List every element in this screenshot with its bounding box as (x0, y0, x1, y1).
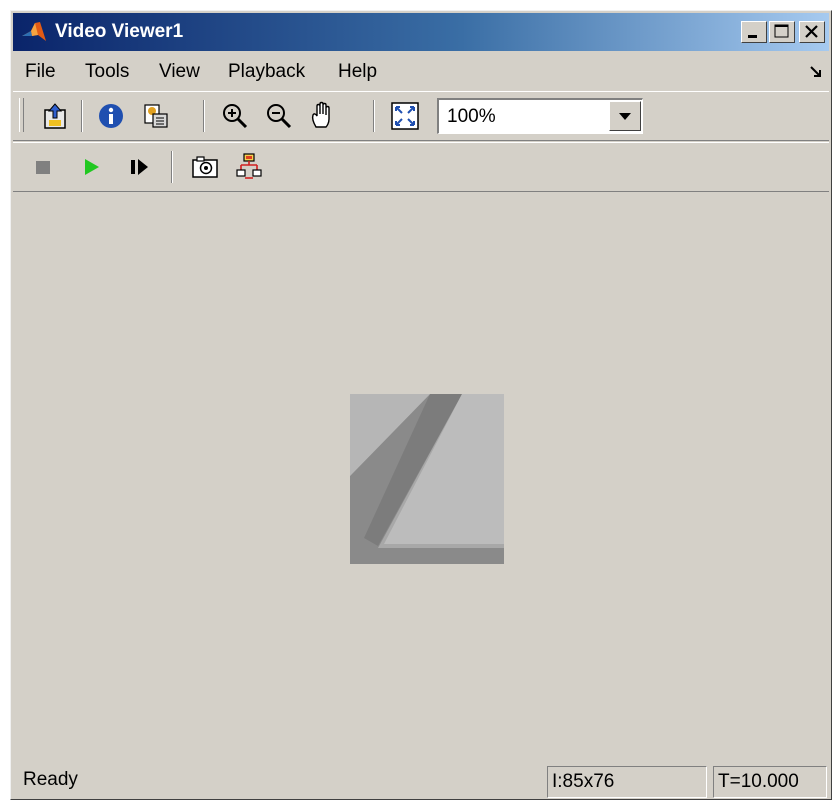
zoom-in-icon (223, 104, 248, 129)
pan-hand-icon (311, 101, 330, 128)
colormap-icon (144, 104, 168, 128)
colormap-button[interactable] (139, 100, 171, 132)
toolbar-separator (171, 151, 173, 183)
menu-help[interactable]: Help (338, 61, 377, 83)
minimize-icon (748, 35, 757, 38)
video-viewer-window: Video Viewer1 File Tools View Playback H… (10, 10, 832, 800)
fit-to-view-button[interactable] (389, 100, 421, 132)
zoom-out-button[interactable] (263, 100, 295, 132)
close-button[interactable] (799, 21, 825, 43)
menu-view[interactable]: View (159, 61, 200, 83)
fit-to-view-icon (391, 102, 419, 130)
maximize-icon (774, 24, 789, 38)
status-message: Ready (23, 769, 78, 790)
image-size-readout: I:85x76 (547, 766, 707, 798)
zoom-out-icon (267, 104, 292, 129)
title-bar[interactable]: Video Viewer1 (13, 13, 829, 51)
snapshot-camera-icon (192, 156, 218, 178)
play-button[interactable] (75, 151, 107, 183)
video-display-area[interactable] (13, 193, 829, 763)
info-button[interactable] (95, 100, 127, 132)
snapshot-button[interactable] (189, 151, 221, 183)
toolbar-separator (203, 100, 205, 132)
play-icon (85, 159, 99, 175)
zoom-dropdown-button[interactable] (609, 101, 641, 131)
toolbar-separator (81, 100, 83, 132)
window-title: Video Viewer1 (55, 21, 184, 42)
highlight-simulink-signal-icon (236, 153, 262, 179)
menu-file[interactable]: File (25, 61, 56, 83)
menu-tools[interactable]: Tools (85, 61, 129, 83)
chevron-down-icon (619, 113, 631, 120)
info-icon (99, 104, 123, 128)
zoom-level-select[interactable]: 100% (437, 98, 643, 134)
zoom-in-button[interactable] (219, 100, 251, 132)
stop-button[interactable] (27, 151, 59, 183)
time-readout: T=10.000 (713, 766, 827, 798)
step-forward-button[interactable] (123, 151, 155, 183)
dock-arrow-icon[interactable] (809, 65, 823, 79)
status-bar: Ready I:85x76 T=10.000 (13, 763, 829, 799)
toolbar-grip[interactable] (19, 98, 24, 132)
print-to-figure-icon (44, 103, 66, 129)
maximize-button[interactable] (769, 21, 795, 43)
main-toolbar: 100% (13, 91, 829, 141)
close-icon (805, 25, 818, 38)
pan-button[interactable] (307, 100, 339, 132)
playback-toolbar (13, 142, 829, 192)
video-frame-image (350, 394, 504, 564)
menu-bar: File Tools View Playback Help (13, 53, 829, 89)
step-forward-icon (131, 159, 148, 175)
print-to-figure-button[interactable] (39, 100, 71, 132)
minimize-button[interactable] (741, 21, 767, 43)
matlab-logo-icon (22, 22, 46, 41)
menu-playback[interactable]: Playback (228, 61, 305, 83)
toolbar-separator (373, 100, 375, 132)
stop-icon (36, 161, 50, 174)
zoom-level-value: 100% (447, 106, 496, 127)
highlight-signal-button[interactable] (235, 151, 267, 183)
